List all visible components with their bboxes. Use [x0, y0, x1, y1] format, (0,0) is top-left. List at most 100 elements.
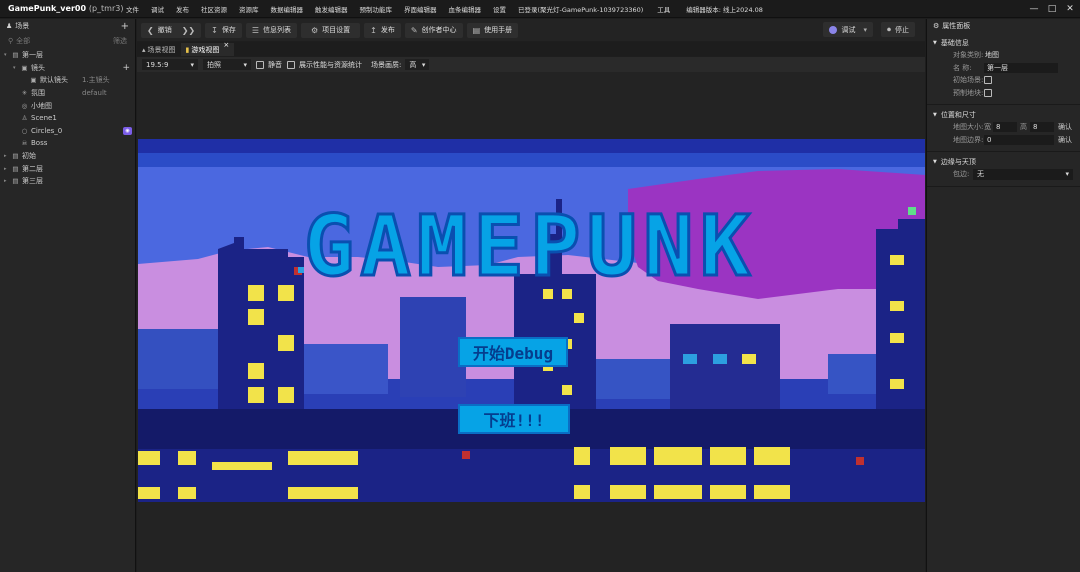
login-status[interactable]: 已登录(聚光灯-GamePunk-1039723360)	[512, 4, 649, 14]
close-tab-icon[interactable]: ×	[223, 41, 229, 49]
height-field[interactable]: 8	[1030, 122, 1054, 133]
game-scene-art: GAMEPUNK	[138, 139, 925, 502]
menu-community[interactable]: 社区资源	[195, 4, 233, 14]
filter-button[interactable]: 筛选	[113, 36, 127, 46]
menu-publish[interactable]: 发布	[170, 4, 195, 14]
title-bar: GamePunk_ver00 (p_tmr3) 文件 调试 发布 社区资源 资源…	[0, 0, 1080, 18]
debug-icon	[829, 25, 838, 34]
chevron-down-icon[interactable]: ▾	[13, 65, 20, 71]
game-screen[interactable]: GAMEPUNK 开始Debug 下班!!!	[138, 139, 925, 502]
stats-toggle[interactable]: 展示性能与资源统计	[287, 60, 362, 70]
menu-data-editor[interactable]: 数据编辑器	[265, 4, 310, 14]
tree-item-detail: default	[82, 89, 107, 98]
name-field[interactable]: 第一层	[984, 62, 1058, 73]
chevron-right-icon[interactable]: ▸	[4, 166, 11, 172]
tree-item[interactable]: ▸ ▤ 第三层	[0, 175, 135, 188]
tree-item[interactable]: ▾ ▤ 第一层	[0, 49, 135, 62]
map-margin-label: 地图边界:	[953, 135, 984, 144]
chevron-down-icon: ▼	[933, 112, 937, 118]
mute-checkbox[interactable]	[256, 60, 264, 69]
add-icon[interactable]: +	[121, 21, 129, 32]
menu-assets[interactable]: 资源库	[233, 4, 265, 14]
width-label: 宽	[984, 123, 991, 132]
tab-game-view[interactable]: ▮ 游戏视图 ×	[180, 41, 235, 56]
chevron-down-icon: ▾	[1065, 170, 1069, 179]
minimize-icon[interactable]: —	[1028, 2, 1040, 16]
undo-label: 撤销	[157, 26, 172, 34]
position-header[interactable]: ▼ 位置和尺寸	[927, 109, 1080, 121]
debug-label: 调试	[841, 25, 856, 34]
undo-button[interactable]: ❮ 撤销 ❯❯	[141, 22, 202, 38]
tab-scene-view[interactable]: ▴ 场景视图	[137, 43, 181, 56]
aspect-select[interactable]: 19.5:9 ▾	[142, 59, 198, 70]
save-button[interactable]: ↧ 保存	[205, 22, 242, 38]
game-logo: GAMEPUNK	[304, 197, 757, 295]
menu-bar: 文件 调试 发布 社区资源 资源库 数据编辑器 触发编辑器 预制功能库 界面编辑…	[120, 4, 769, 14]
confirm-size-button[interactable]: 确认	[1058, 122, 1072, 132]
manual-button[interactable]: ▤ 使用手册	[466, 22, 519, 38]
position-section: ▼ 位置和尺寸 地图大小: 宽 8 高 8 确认 地图边界: 0 确认	[927, 109, 1080, 146]
menu-settings[interactable]: 设置	[487, 4, 512, 14]
scene-icon: ♙	[21, 114, 28, 123]
tree-item[interactable]: ▸ ▤ 第二层	[0, 162, 135, 175]
quality-select[interactable]: 高 ▾	[405, 59, 430, 70]
menu-trigger-editor[interactable]: 触发编辑器	[309, 4, 354, 14]
project-settings-button[interactable]: ⚙ 项目设置	[300, 22, 361, 38]
mute-toggle[interactable]: 静音	[256, 60, 282, 70]
stop-button[interactable]: ⏺ 停止	[881, 22, 915, 37]
redo-icon[interactable]: ❯❯	[182, 26, 195, 35]
menu-prefab-library[interactable]: 预制功能库	[354, 4, 399, 14]
chevron-right-icon[interactable]: ▸	[4, 153, 11, 159]
tree-item[interactable]: ▸ ▤ 初始	[0, 150, 135, 163]
menu-file[interactable]: 文件	[120, 4, 145, 14]
tree-item[interactable]: ☠ Boss	[0, 137, 135, 150]
tree-item[interactable]: ▣ 默认镜头 1.主镜头	[0, 74, 135, 87]
chevron-down-icon[interactable]: ▾	[4, 52, 11, 58]
edge-header[interactable]: ▼ 边缘与天顶	[927, 156, 1080, 168]
menu-debug[interactable]: 调试	[145, 4, 170, 14]
scene-panel: ♟ 场景 + ⚲ 全部 筛选 ▾ ▤ 第一层 ▾ ▣ 镜头 + ▣ 默认镜头 1.主镜头 ✳ 氛围 de…	[0, 19, 136, 572]
tab-scene-view-label: 场景视图	[147, 45, 176, 54]
tree-item[interactable]: ✳ 氛围 default	[0, 87, 135, 100]
initial-scene-row: 初始场景:	[927, 74, 1080, 87]
capture-select[interactable]: 拍照 ▾	[203, 59, 251, 70]
menu-healthbar-editor[interactable]: 血条编辑器	[443, 4, 488, 14]
quit-button[interactable]: 下班!!!	[458, 404, 570, 434]
tree-item[interactable]: ○ Circles_0 ◉	[0, 125, 135, 138]
stats-checkbox[interactable]	[287, 60, 295, 69]
tree-item[interactable]: ◎ 小地图	[0, 99, 135, 112]
menu-tools[interactable]: 工具	[649, 4, 676, 14]
publish-button[interactable]: ↥ 发布	[364, 22, 401, 38]
close-icon[interactable]: ✕	[1064, 2, 1076, 16]
chevron-right-icon[interactable]: ▸	[4, 178, 11, 184]
info-list-button[interactable]: ☰ 信息列表	[245, 22, 297, 38]
prefab-checkbox[interactable]	[984, 88, 992, 97]
scene-view-icon: ▴	[142, 45, 146, 54]
tree-item[interactable]: ▾ ▣ 镜头 +	[0, 62, 135, 75]
margin-field[interactable]: 0	[984, 134, 1054, 145]
scene-search[interactable]: ⚲ 全部 筛选	[4, 35, 131, 47]
search-input[interactable]: 全部	[16, 36, 30, 46]
start-debug-button[interactable]: 开始Debug	[458, 337, 568, 367]
stats-label: 展示性能与资源统计	[299, 60, 362, 69]
script-badge-icon[interactable]: ◉	[123, 126, 132, 135]
mute-label: 静音	[268, 60, 282, 69]
main-toolbar: ❮ 撤销 ❯❯ ↧ 保存 ☰ 信息列表 ⚙ 项目设置 ↥ 发布 ✎ 创作者中心 …	[137, 19, 925, 41]
menu-ui-editor[interactable]: 界面编辑器	[398, 4, 443, 14]
creator-center-button[interactable]: ✎ 创作者中心	[404, 22, 463, 38]
basic-info-header[interactable]: ▼ 基础信息	[927, 37, 1080, 49]
confirm-margin-button[interactable]: 确认	[1058, 135, 1072, 145]
width-field[interactable]: 8	[993, 122, 1017, 133]
chevron-down-icon: ▼	[933, 40, 937, 46]
wrap-select[interactable]: 无 ▾	[973, 168, 1073, 180]
game-viewport[interactable]: GAMEPUNK 开始Debug 下班!!!	[137, 72, 925, 572]
properties-panel: ⚙ 属性面板 ▼ 基础信息 对象类别: 地图 名 称: 第一层 初始场景: 预制…	[926, 19, 1080, 572]
tree-item[interactable]: ♙ Scene1	[0, 112, 135, 125]
chevron-down-icon[interactable]: ▾	[863, 26, 867, 34]
debug-button[interactable]: 调试 ▾	[823, 22, 873, 37]
add-icon[interactable]: +	[122, 63, 130, 73]
maximize-icon[interactable]: □	[1046, 2, 1058, 16]
initial-scene-checkbox[interactable]	[984, 76, 992, 85]
editor-version: 编辑器版本: 线上2024.08	[686, 5, 763, 14]
book-icon: ▤	[472, 25, 481, 35]
